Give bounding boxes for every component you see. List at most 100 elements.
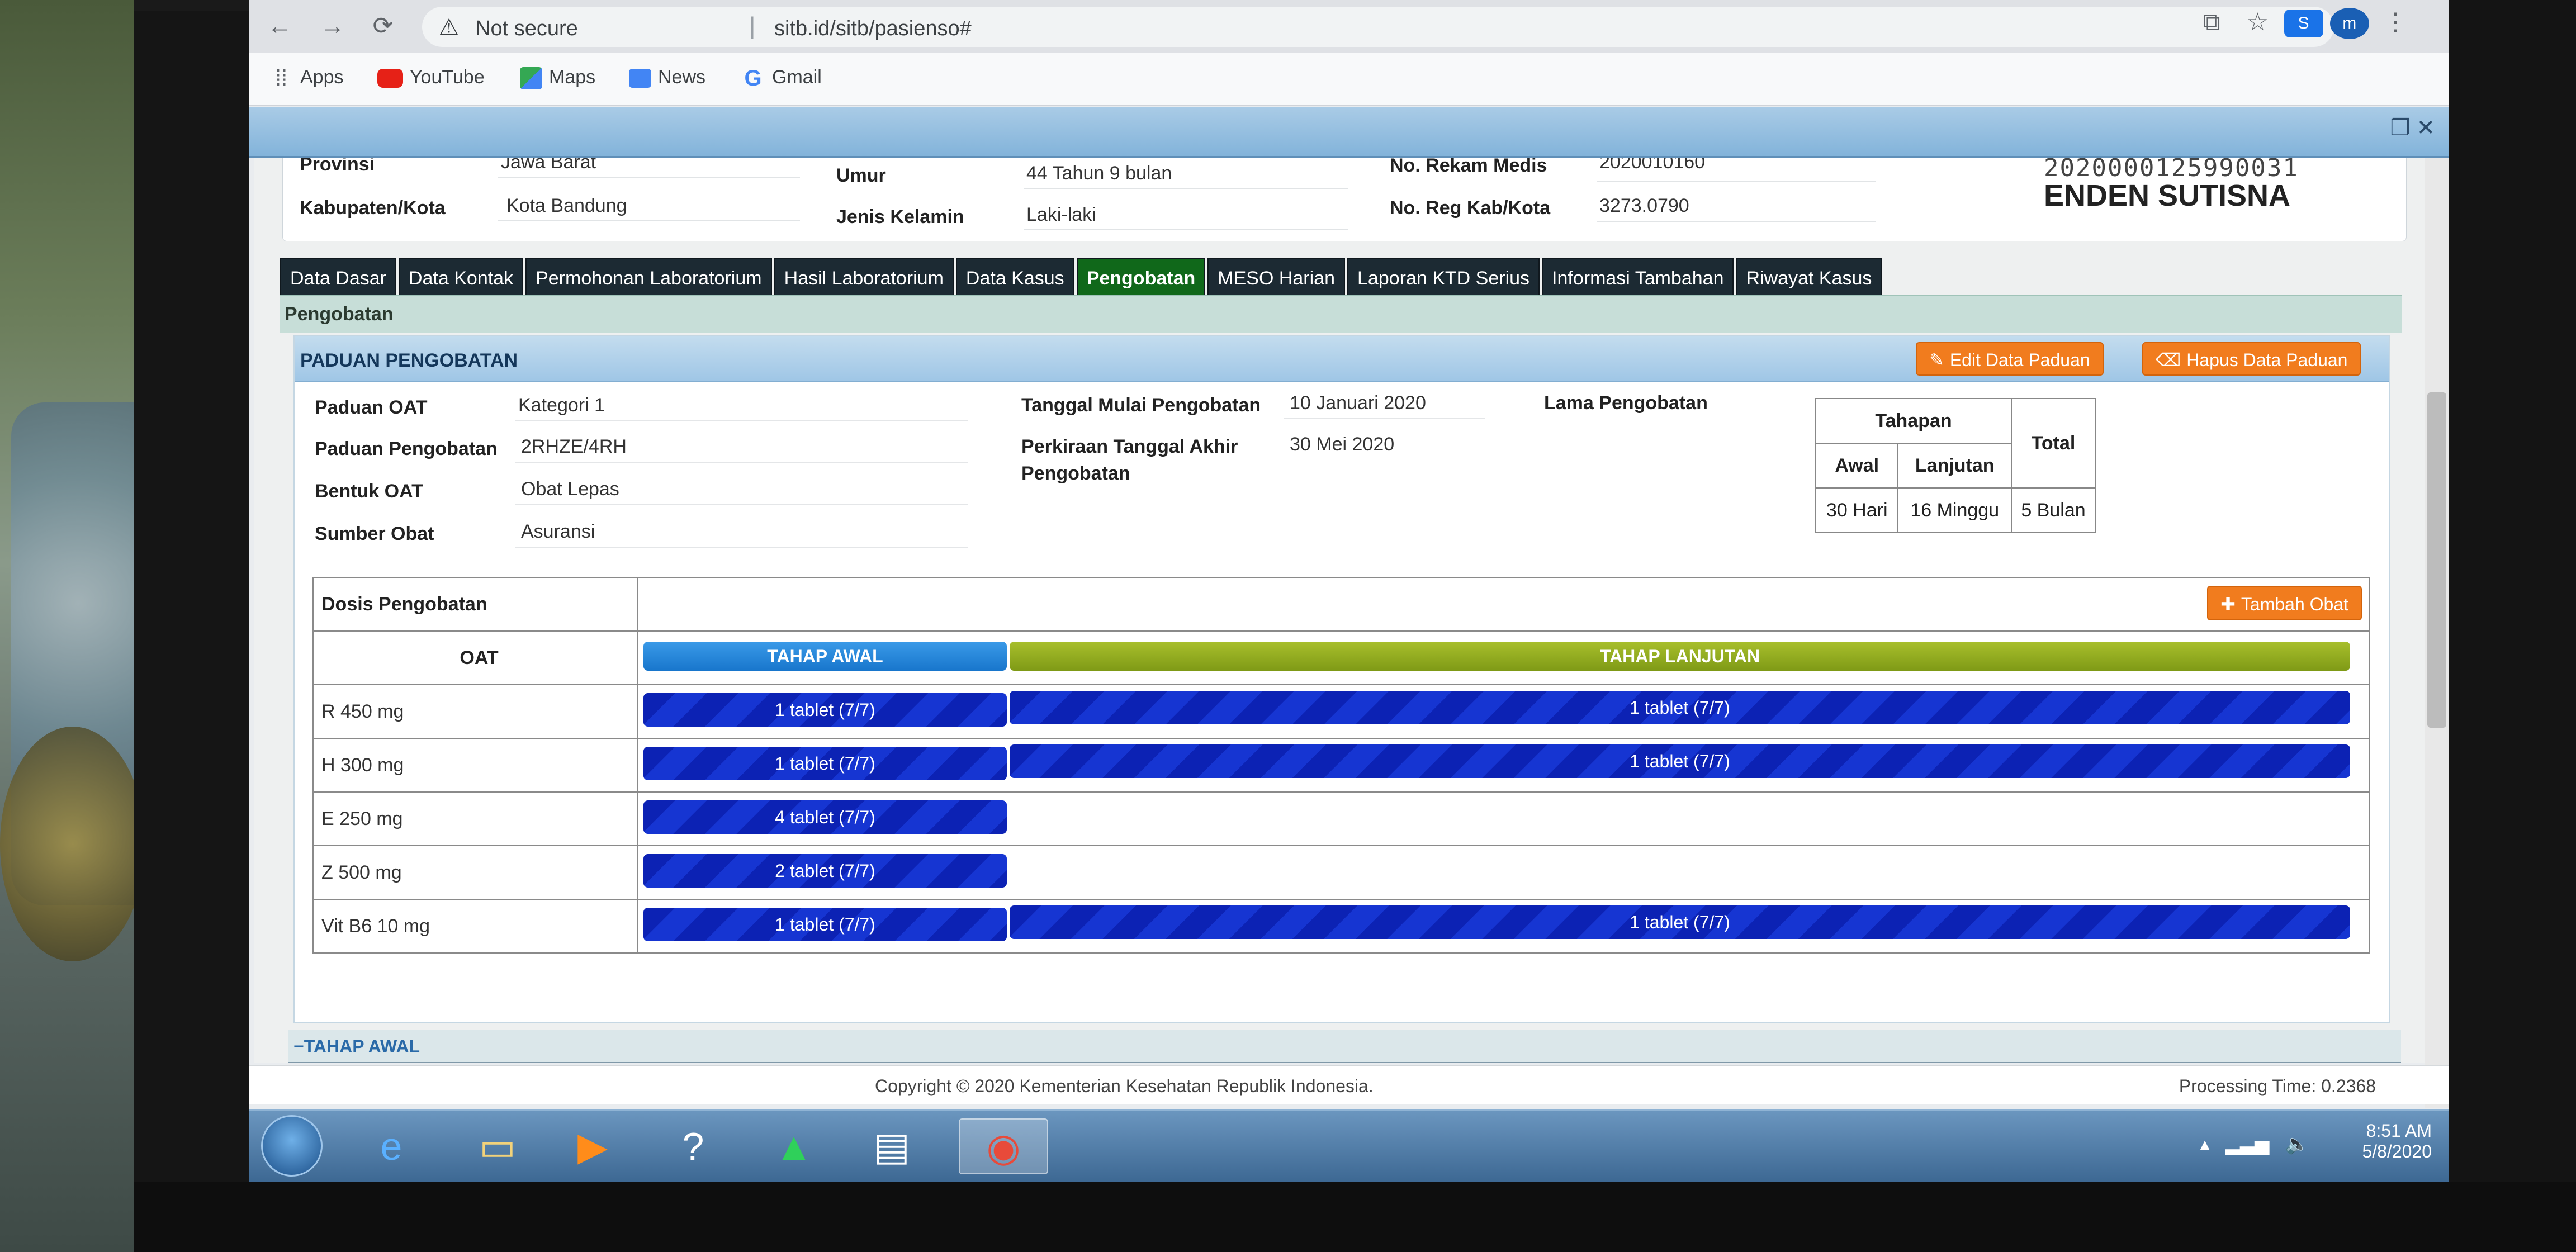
tahapan-header: Tahapan (1815, 398, 2012, 444)
restore-icon[interactable]: ❐ (2390, 116, 2411, 140)
reload-button[interactable]: ⟳ (369, 12, 397, 40)
translate-icon[interactable]: ⧉ (2192, 8, 2231, 36)
triangle-app-icon[interactable]: ▲ (763, 1118, 825, 1174)
warning-icon: ⚠ (439, 15, 459, 40)
dose-bar-awal[interactable]: 1 tablet (7/7) (643, 693, 1007, 727)
document-app-icon[interactable]: ▤ (861, 1118, 922, 1174)
tambah-obat-button[interactable]: ✚ Tambah Obat (2207, 586, 2362, 620)
back-button[interactable]: ← (266, 12, 293, 40)
table-row: R 450 mg 1 tablet (7/7) 1 tablet (7/7) (312, 684, 2370, 739)
browser-actions: ⧉ ☆ S m ⋮ (2192, 8, 2415, 40)
table-row: H 300 mg 1 tablet (7/7) 1 tablet (7/7) (312, 738, 2370, 793)
table-row: E 250 mg 4 tablet (7/7) (312, 791, 2370, 846)
tray-icons: ▴ ▂▃▅ 🔈 (2200, 1133, 2309, 1155)
hapus-data-paduan-button[interactable]: ⌫ Hapus Data Paduan (2142, 342, 2361, 376)
chrome-icon[interactable]: ◉ (959, 1118, 1048, 1174)
jenis-kelamin-value: Laki-laki (1026, 204, 1096, 225)
provinsi-value: Jawa Barat (501, 158, 596, 173)
forward-button[interactable]: → (319, 12, 347, 40)
monitor-bezel-bottom (134, 1182, 2576, 1252)
menu-kebab-icon[interactable]: ⋮ (2376, 8, 2415, 36)
url-text[interactable]: sitb.id/sitb/pasienso# (774, 17, 972, 41)
rekam-medis-value: 2020010160 (1599, 158, 1706, 173)
internet-explorer-icon[interactable]: e (361, 1118, 422, 1174)
tab-permohonan-laboratorium[interactable]: Permohonan Laboratorium (525, 258, 772, 296)
divider: | (749, 12, 756, 40)
kabupaten-label: Kabupaten/Kota (300, 197, 446, 219)
pencil-icon: ✎ (1929, 350, 1944, 370)
tab-informasi-tambahan[interactable]: Informasi Tambahan (1542, 258, 1734, 296)
bookmark-gmail[interactable]: G Gmail (741, 66, 821, 91)
bookmarks-bar: ⁞⁞ Apps YouTube Maps News G Gmail (249, 53, 2449, 106)
signal-icon[interactable]: ▂▃▅ (2225, 1134, 2269, 1155)
volume-icon[interactable]: 🔈 (2285, 1134, 2309, 1155)
dose-bar-lanjutan[interactable]: 1 tablet (7/7) (1010, 744, 2350, 778)
tab-riwayat-kasus[interactable]: Riwayat Kasus (1736, 258, 1882, 296)
clock-time[interactable]: 8:51 AM (2362, 1121, 2432, 1141)
bookmark-youtube[interactable]: YouTube (377, 67, 485, 88)
app-window-bar: ❐ ✕ (249, 107, 2449, 158)
tab-data-kontak[interactable]: Data Kontak (398, 258, 524, 296)
divider (498, 177, 800, 178)
tahap-awal-phase: TAHAP AWAL (643, 642, 1007, 671)
tahap-awal-section[interactable]: −TAHAP AWAL (288, 1030, 2401, 1063)
bookmark-news[interactable]: News (629, 67, 705, 88)
tab-pengobatan[interactable]: Pengobatan (1076, 258, 1206, 296)
help-icon[interactable]: ? (662, 1118, 724, 1174)
paduan-pengobatan-value: 2RHZE/4RH (521, 436, 627, 457)
google-icon: G (744, 66, 762, 91)
dose-bar-awal[interactable]: 1 tablet (7/7) (643, 747, 1007, 780)
dose-bar-lanjutan[interactable]: 1 tablet (7/7) (1010, 905, 2350, 939)
tahap-awal-toggle[interactable]: −TAHAP AWAL (293, 1036, 420, 1057)
divider (1284, 418, 1485, 419)
bentuk-oat-label: Bentuk OAT (315, 481, 423, 502)
bookmark-apps[interactable]: ⁞⁞ Apps (269, 67, 344, 89)
dose-bar-awal[interactable]: 2 tablet (7/7) (643, 854, 1007, 888)
skype-extension-icon[interactable]: S (2284, 8, 2323, 38)
dosis-header-actions: ✚ Tambah Obat (637, 577, 2370, 632)
bookmark-maps[interactable]: Maps (520, 67, 595, 90)
lama-pengobatan-label: Lama Pengobatan (1544, 392, 1708, 414)
close-icon[interactable]: ✕ (2416, 116, 2435, 140)
clock-date[interactable]: 5/8/2020 (2362, 1141, 2432, 1162)
window-controls: ❐ ✕ (2390, 115, 2436, 141)
bookmark-star-icon[interactable]: ☆ (2238, 8, 2277, 36)
edit-data-paduan-button[interactable]: ✎ Edit Data Paduan (1916, 342, 2104, 376)
start-button[interactable] (261, 1115, 323, 1177)
address-bar[interactable]: ⚠ Not secure | sitb.id/sitb/pasienso# (422, 7, 2334, 47)
eraser-icon: ⌫ (2156, 350, 2181, 370)
folder-icon[interactable]: ▭ (467, 1118, 528, 1174)
bentuk-oat-value: Obat Lepas (521, 478, 619, 500)
apps-grid-icon: ⁞⁞ (274, 66, 288, 91)
system-tray: ▴ ▂▃▅ 🔈 8:51 AM 5/8/2020 (2200, 1121, 2432, 1162)
tab-laporan-ktd-serius[interactable]: Laporan KTD Serius (1347, 258, 1540, 296)
page-content: Provinsi Jawa Barat Kabupaten/Kota Kota … (254, 158, 2429, 1063)
scrollbar-thumb[interactable] (2427, 392, 2446, 728)
dose-bar-awal[interactable]: 4 tablet (7/7) (643, 800, 1007, 834)
sumber-obat-label: Sumber Obat (315, 523, 434, 544)
divider (1024, 188, 1348, 189)
tab-data-kasus[interactable]: Data Kasus (955, 258, 1074, 296)
divider (515, 547, 968, 548)
total-header: Total (2011, 398, 2096, 489)
tab-bar: Data Dasar Data Kontak Permohonan Laborato… (280, 258, 1884, 298)
profile-avatar[interactable]: m (2329, 8, 2369, 40)
copyright-text: Copyright © 2020 Kementerian Kesehatan R… (875, 1076, 1374, 1096)
umur-value: 44 Tahun 9 bulan (1026, 163, 1172, 184)
page-scrollbar[interactable] (2425, 158, 2449, 1108)
tab-meso-harian[interactable]: MESO Harian (1208, 258, 1345, 296)
tanggal-mulai-value: 10 Januari 2020 (1290, 392, 1426, 414)
tray-arrow-icon[interactable]: ▴ (2200, 1134, 2209, 1155)
jenis-kelamin-label: Jenis Kelamin (836, 206, 964, 227)
awal-value: 30 Hari (1815, 487, 1899, 533)
paduan-oat-value: Kategori 1 (518, 395, 605, 416)
panel-header: PADUAN PENGOBATAN ✎ Edit Data Paduan ⌫ Hap… (295, 336, 2389, 382)
browser-toolbar: ← → ⟳ ⚠ Not secure | sitb.id/sitb/pasien… (249, 0, 2449, 53)
tab-hasil-laboratorium[interactable]: Hasil Laboratorium (774, 258, 954, 296)
dose-bar-lanjutan[interactable]: 1 tablet (7/7) (1010, 691, 2350, 724)
media-player-icon[interactable]: ▶ (562, 1118, 623, 1174)
section-header: Pengobatan (280, 295, 2402, 333)
dose-bar-awal[interactable]: 1 tablet (7/7) (643, 908, 1007, 941)
tab-data-dasar[interactable]: Data Dasar (280, 258, 396, 296)
lanjutan-header: Lanjutan (1897, 443, 2012, 489)
